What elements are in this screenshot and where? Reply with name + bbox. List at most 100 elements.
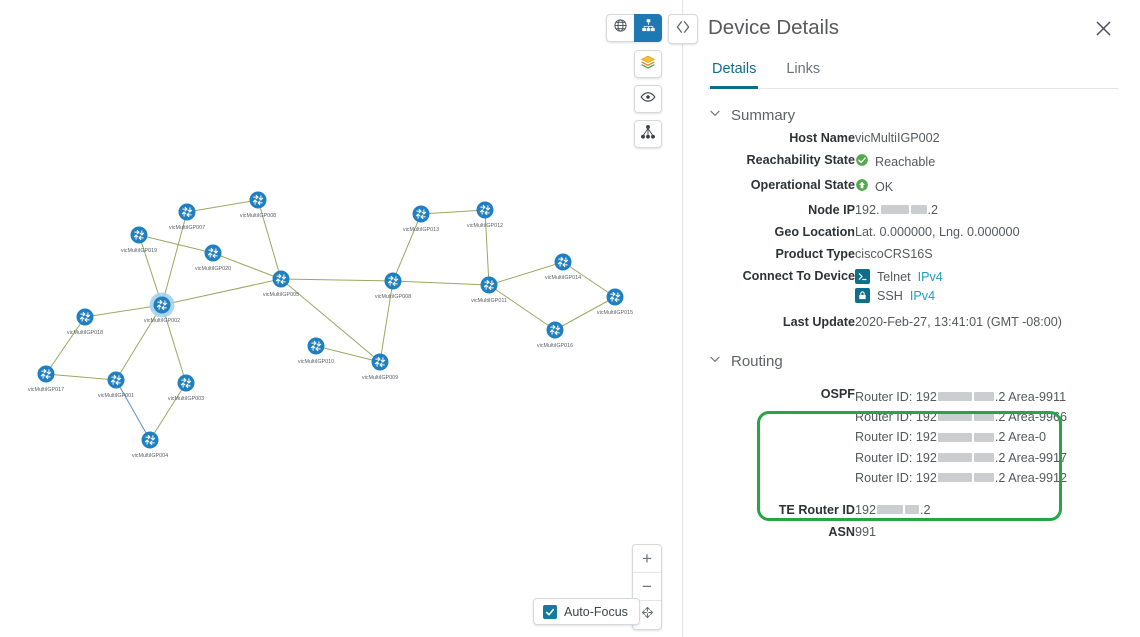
- topology-node[interactable]: vicMultiIGP003: [168, 375, 204, 403]
- topology-link[interactable]: [421, 210, 485, 214]
- redacted-octets: [974, 412, 994, 421]
- topology-link[interactable]: [116, 380, 150, 440]
- topology-node[interactable]: vicMultiIGP012: [467, 202, 503, 230]
- layers-icon: [640, 54, 656, 75]
- topology-node-label: vicMultiIGP017: [28, 387, 64, 393]
- table-row: Product Type ciscoCRS16S: [708, 243, 1118, 265]
- topology-node-label: vicMultiIGP007: [169, 225, 205, 231]
- zoom-out-button[interactable]: −: [633, 573, 661, 601]
- topology-node-label: vicMultiIGP011: [471, 298, 507, 304]
- redacted-octets: [938, 433, 972, 442]
- collapse-panel-button[interactable]: [668, 14, 698, 44]
- routing-section-header[interactable]: Routing: [708, 352, 1118, 371]
- auto-focus-checkbox[interactable]: [543, 605, 557, 619]
- topology-node[interactable]: vicMultiIGP013: [403, 206, 439, 234]
- tab-details[interactable]: Details: [710, 56, 758, 89]
- eye-icon: [640, 89, 656, 110]
- redacted-octets: [877, 505, 903, 514]
- topology-icon: [641, 18, 656, 38]
- reachability-state-text: Reachable: [875, 155, 935, 169]
- topology-node-label: vicMultiIGP010: [298, 359, 334, 365]
- ospf-entry: Router ID: 192.2 Area-0: [855, 427, 1118, 447]
- reachability-state-label: Reachability State: [708, 149, 855, 174]
- topology-node[interactable]: vicMultiIGP016: [537, 322, 573, 350]
- topology-link[interactable]: [150, 383, 186, 440]
- router-icon: [77, 309, 94, 326]
- table-row: Reachability State Reachable: [708, 149, 1118, 174]
- router-icon: [178, 375, 195, 392]
- canvas-toolbar: [606, 14, 668, 148]
- topology-link[interactable]: [393, 281, 489, 285]
- topology-link[interactable]: [116, 305, 162, 380]
- tab-links[interactable]: Links: [784, 56, 822, 89]
- topology-node-label: vicMultiIGP009: [362, 375, 398, 381]
- topology-node[interactable]: vicMultiIGP014: [545, 254, 581, 282]
- fit-to-screen-icon: [640, 605, 655, 625]
- last-update-label: Last Update: [708, 311, 855, 333]
- topology-link[interactable]: [489, 262, 563, 285]
- router-icon: [555, 254, 572, 271]
- topology-link[interactable]: [187, 200, 258, 212]
- operational-state-value: OK: [855, 174, 1118, 199]
- table-row: Host Name vicMultiIGP002: [708, 127, 1118, 149]
- layers-button[interactable]: [634, 50, 662, 78]
- redacted-octets: [938, 473, 972, 482]
- topology-node[interactable]: vicMultiIGP018: [67, 309, 103, 337]
- ssh-ipv4-link[interactable]: IPv4: [910, 289, 935, 303]
- topology-node[interactable]: vicMultiIGP008: [240, 192, 276, 220]
- topology-link[interactable]: [393, 214, 421, 281]
- arrow-up-circle-icon: [855, 178, 869, 195]
- summary-section-header[interactable]: Summary: [708, 106, 1118, 125]
- router-icon: [179, 204, 196, 221]
- connect-option-telnet[interactable]: Telnet IPv4: [855, 269, 1118, 284]
- connect-option-ssh[interactable]: SSH IPv4: [855, 288, 1118, 303]
- redacted-octets: [974, 453, 994, 462]
- topology-node[interactable]: vicMultiIGP001: [98, 372, 134, 400]
- reachability-state-value: Reachable: [855, 149, 1118, 174]
- hierarchy-button[interactable]: [634, 120, 662, 148]
- topology-link[interactable]: [46, 317, 85, 374]
- topology-node-label: vicMultiIGP014: [545, 275, 581, 281]
- router-icon: [477, 202, 494, 219]
- chevron-down-icon: [708, 352, 722, 371]
- topology-link[interactable]: [489, 285, 555, 330]
- topology-node[interactable]: vicMultiIGP019: [121, 227, 157, 255]
- topology-node[interactable]: vicMultiIGP007: [169, 204, 205, 232]
- ospf-label: OSPF: [708, 381, 855, 492]
- visibility-button[interactable]: [634, 85, 662, 113]
- auto-focus-toggle[interactable]: Auto-Focus: [533, 598, 640, 625]
- summary-heading: Summary: [731, 107, 795, 124]
- topology-view-button[interactable]: [634, 14, 662, 42]
- table-row: Last Update 2020-Feb-27, 13:41:01 (GMT -…: [708, 311, 1118, 333]
- topology-link[interactable]: [281, 279, 393, 281]
- topology-canvas[interactable]: vicMultiIGP007 vicMultiIGP008 vicMultiIGP0…: [0, 0, 681, 637]
- router-icon: [413, 206, 430, 223]
- topology-link[interactable]: [258, 200, 281, 279]
- topology-node[interactable]: vicMultiIGP002: [144, 293, 180, 325]
- close-button[interactable]: [1089, 14, 1118, 43]
- topology-node-label: vicMultiIGP018: [67, 330, 103, 336]
- redacted-octets: [911, 205, 927, 214]
- close-icon: [1093, 26, 1114, 43]
- geo-map-view-button[interactable]: [606, 14, 634, 42]
- redacted-octets: [974, 392, 994, 401]
- topology-node[interactable]: vicMultiIGP015: [597, 289, 633, 317]
- topology-link[interactable]: [485, 210, 489, 285]
- connect-to-device-label: Connect To Device: [708, 265, 855, 311]
- topology-node[interactable]: vicMultiIGP004: [132, 432, 168, 460]
- topology-link[interactable]: [46, 374, 116, 380]
- table-row: TE Router ID 192.2: [708, 492, 1118, 521]
- topology-node[interactable]: vicMultiIGP017: [28, 366, 64, 394]
- topology-node[interactable]: vicMultiIGP009: [362, 354, 398, 382]
- topology-node-label: vicMultiIGP019: [121, 248, 157, 254]
- geo-location-label: Geo Location: [708, 221, 855, 243]
- topology-node[interactable]: vicMultiIGP010: [298, 338, 334, 366]
- topology-node[interactable]: vicMultiIGP008: [375, 273, 411, 301]
- topology-graph[interactable]: vicMultiIGP007 vicMultiIGP008 vicMultiIGP0…: [0, 0, 681, 637]
- topology-node-label: vicMultiIGP005: [263, 292, 299, 298]
- topology-node-label: vicMultiIGP016: [537, 343, 573, 349]
- zoom-in-button[interactable]: +: [633, 545, 661, 573]
- router-icon: [372, 354, 389, 371]
- router-icon: [273, 271, 290, 288]
- telnet-ipv4-link[interactable]: IPv4: [918, 270, 943, 284]
